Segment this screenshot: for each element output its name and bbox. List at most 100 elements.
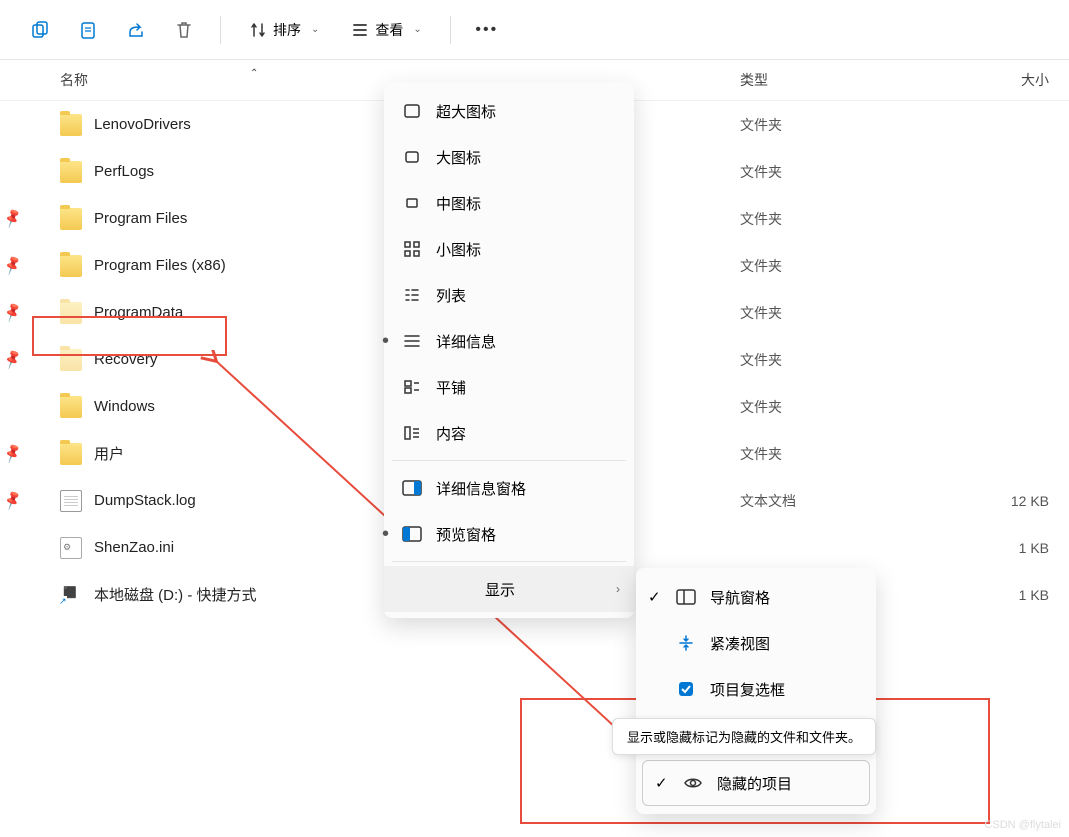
menu-label: 项目复选框 (710, 679, 785, 700)
eye-icon (683, 775, 703, 791)
menu-separator (392, 561, 626, 562)
tooltip: 显示或隐藏标记为隐藏的文件和文件夹。 (612, 718, 876, 755)
delete-button[interactable] (164, 10, 204, 50)
copy-button[interactable] (20, 10, 60, 50)
file-name: Windows (94, 398, 390, 415)
folder-icon (60, 349, 82, 371)
chevron-down-icon: ⌄ (311, 24, 319, 35)
menu-item[interactable]: •详细信息 (384, 318, 634, 364)
checkbox-icon (676, 680, 696, 698)
view-button[interactable]: 查看 ⌄ (339, 10, 433, 50)
menu-item-show[interactable]: 显示 › (384, 566, 634, 612)
folder-icon (60, 255, 82, 277)
file-icon (60, 584, 82, 606)
file-type: 文本文档 (740, 491, 920, 511)
column-name[interactable]: 名称 ⌃ (60, 70, 390, 90)
file-name: ProgramData (94, 304, 390, 321)
check-icon: ✓ (655, 774, 668, 792)
folder-icon (60, 302, 82, 324)
share-button[interactable] (116, 10, 156, 50)
share-icon (126, 20, 146, 40)
menu-label: 详细信息窗格 (436, 478, 526, 499)
menu-label: 导航窗格 (710, 587, 770, 608)
file-name: ShenZao.ini (94, 539, 390, 556)
pin-icon: 📌 (1, 348, 24, 371)
view-context-menu: 超大图标大图标中图标小图标列表 •详细信息平铺内容 详细信息窗格 •预览窗格 显示 … (384, 82, 634, 618)
separator (450, 16, 451, 44)
file-type: 文件夹 (740, 350, 920, 370)
file-name: 用户 (94, 443, 390, 464)
grid-sm-icon (402, 240, 422, 258)
menu-label: 预览窗格 (436, 524, 496, 545)
menu-label: 列表 (436, 285, 466, 306)
file-type: 文件夹 (740, 209, 920, 229)
paste-button[interactable] (68, 10, 108, 50)
file-type: 文件夹 (740, 115, 920, 135)
menu-label: 紧凑视图 (710, 633, 770, 654)
menu-label: 详细信息 (436, 331, 496, 352)
file-type: 文件夹 (740, 397, 920, 417)
trash-icon (174, 20, 194, 40)
list-icon (402, 286, 422, 304)
square-sm-icon (402, 194, 422, 212)
pane-left-icon (402, 526, 422, 542)
file-name: PerfLogs (94, 163, 390, 180)
show-submenu: ✓ 导航窗格紧凑视图项目复选框 ✓ 隐藏的项目 (636, 568, 876, 814)
file-name: Program Files (94, 210, 390, 227)
more-button[interactable]: ••• (467, 10, 507, 50)
menu-item[interactable]: 列表 (384, 272, 634, 318)
menu-label: 平铺 (436, 377, 466, 398)
pin-icon: 📌 (1, 442, 24, 465)
pane-right-icon (402, 480, 422, 496)
submenu-item[interactable]: 紧凑视图 (636, 620, 876, 666)
file-type: 文件夹 (740, 256, 920, 276)
menu-label: 小图标 (436, 239, 481, 260)
menu-item[interactable]: 大图标 (384, 134, 634, 180)
file-icon (60, 490, 82, 512)
file-size: 12 KB (920, 493, 1069, 509)
menu-item[interactable]: 超大图标 (384, 88, 634, 134)
watermark: CSDN @flytalei (984, 819, 1061, 831)
menu-item[interactable]: 小图标 (384, 226, 634, 272)
file-size: 1 KB (920, 540, 1069, 556)
paste-icon (78, 20, 98, 40)
submenu-item[interactable]: ✓ 导航窗格 (636, 574, 876, 620)
view-icon (351, 21, 369, 39)
menu-item[interactable]: 平铺 (384, 364, 634, 410)
menu-label: 隐藏的项目 (717, 773, 792, 794)
pin-icon: 📌 (1, 254, 24, 277)
more-icon: ••• (475, 21, 498, 39)
view-label: 查看 (375, 20, 403, 40)
submenu-item[interactable]: 项目复选框 (636, 666, 876, 712)
file-name: Program Files (x86) (94, 257, 390, 274)
file-name: DumpStack.log (94, 492, 390, 509)
file-size: 1 KB (920, 587, 1069, 603)
file-type: 文件夹 (740, 162, 920, 182)
submenu-item[interactable]: ✓ 隐藏的项目 (642, 760, 870, 806)
sort-indicator-icon: ⌃ (250, 68, 258, 79)
column-size[interactable]: 大小 (920, 70, 1069, 90)
pin-icon: 📌 (1, 489, 24, 512)
compact-icon (676, 634, 696, 652)
sort-label: 排序 (273, 20, 301, 40)
menu-label: 大图标 (436, 147, 481, 168)
column-type[interactable]: 类型 (740, 70, 920, 90)
menu-item[interactable]: 内容 (384, 410, 634, 456)
menu-item[interactable]: 中图标 (384, 180, 634, 226)
pin-icon: 📌 (1, 207, 24, 230)
file-name: LenovoDrivers (94, 116, 390, 133)
chevron-right-icon: › (616, 582, 620, 596)
folder-icon (60, 396, 82, 418)
menu-item[interactable]: •预览窗格 (384, 511, 634, 557)
menu-item[interactable]: 详细信息窗格 (384, 465, 634, 511)
pane-icon (676, 589, 696, 605)
file-icon (60, 537, 82, 559)
square-md-icon (402, 148, 422, 166)
content-icon (402, 424, 422, 442)
menu-label: 超大图标 (436, 101, 496, 122)
check-icon: ✓ (648, 588, 661, 606)
pin-icon: 📌 (1, 301, 24, 324)
sort-button[interactable]: 排序 ⌄ (237, 10, 331, 50)
copy-icon (30, 20, 50, 40)
separator (220, 16, 221, 44)
